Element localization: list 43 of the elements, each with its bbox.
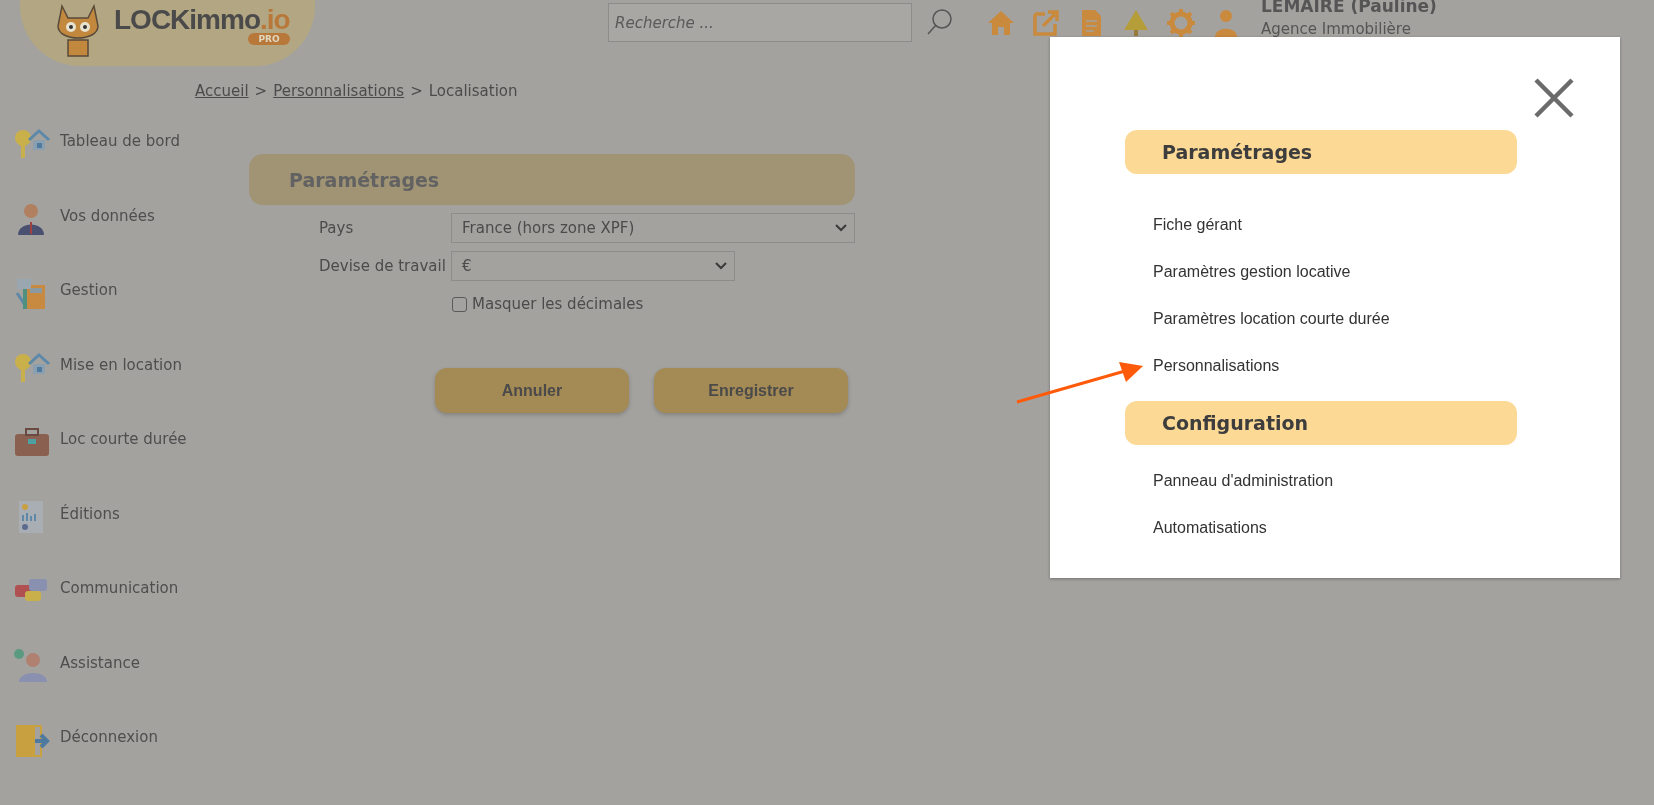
breadcrumb-current: Localisation bbox=[428, 82, 518, 102]
breadcrumb-separator: > bbox=[410, 82, 423, 102]
tree-icon[interactable] bbox=[1121, 8, 1151, 38]
menu-link[interactable]: Fiche gérant bbox=[1153, 216, 1242, 234]
agency-name: Agence Immobilière bbox=[1261, 20, 1412, 38]
sidebar-item[interactable]: Communication bbox=[60, 573, 179, 597]
dropdown-field[interactable]: France (hors zone XPF) bbox=[451, 213, 855, 243]
checkbox-label: Masquer les décimales bbox=[472, 295, 644, 313]
search-icon[interactable] bbox=[926, 8, 954, 36]
menu-link[interactable]: Paramètres gestion locative bbox=[1153, 263, 1351, 281]
sidebar-item[interactable]: Mise en location bbox=[60, 349, 182, 374]
section-header: Paramétrages bbox=[1125, 130, 1517, 174]
sidebar-item[interactable]: Tableau de bord bbox=[60, 126, 180, 150]
chevron-down-icon bbox=[834, 223, 848, 233]
menu-link[interactable]: Automatisations bbox=[1153, 519, 1267, 537]
sidebar-item[interactable]: Gestion bbox=[60, 275, 118, 299]
field-label: Pays bbox=[318, 219, 355, 237]
gear-icon[interactable] bbox=[1166, 8, 1196, 38]
menu-link[interactable]: Paramètres location courte durée bbox=[1153, 310, 1390, 328]
user-name: LEMAIRE (Pauline) bbox=[1261, 0, 1437, 16]
section-header: Paramétrages bbox=[249, 154, 855, 205]
dropdown-field[interactable]: € bbox=[451, 251, 735, 281]
chevron-down-icon bbox=[714, 261, 728, 271]
section-header: Configuration bbox=[1125, 401, 1517, 445]
breadcrumb-separator: > bbox=[254, 82, 268, 102]
menu-link[interactable]: Personnalisations bbox=[1153, 357, 1280, 375]
checkbox[interactable] bbox=[452, 296, 467, 312]
sidebar-item[interactable]: Vos données bbox=[60, 200, 155, 225]
breadcrumb-link[interactable]: Personnalisations bbox=[273, 82, 405, 118]
sidebar-item[interactable]: Assistance bbox=[60, 647, 140, 672]
breadcrumb-link[interactable]: Accueil bbox=[195, 82, 249, 118]
pro-badge: PRO bbox=[248, 33, 290, 45]
sidebar-item[interactable]: Déconnexion bbox=[60, 722, 158, 746]
logout-icon[interactable] bbox=[13, 722, 51, 758]
action-button[interactable]: Enregistrer bbox=[654, 368, 848, 413]
sidebar-item[interactable]: Éditions bbox=[60, 498, 120, 523]
menu-link[interactable]: Panneau d'administration bbox=[1153, 472, 1334, 490]
close-icon[interactable] bbox=[1533, 77, 1575, 119]
search-field[interactable]: Recherche ... bbox=[608, 3, 912, 42]
sidebar-item[interactable]: Loc courte durée bbox=[60, 424, 187, 448]
field-label: Devise de travail bbox=[318, 257, 447, 275]
action-button[interactable]: Annuler bbox=[435, 368, 629, 413]
brand-name: LOCKimmo.io bbox=[114, 4, 290, 35]
